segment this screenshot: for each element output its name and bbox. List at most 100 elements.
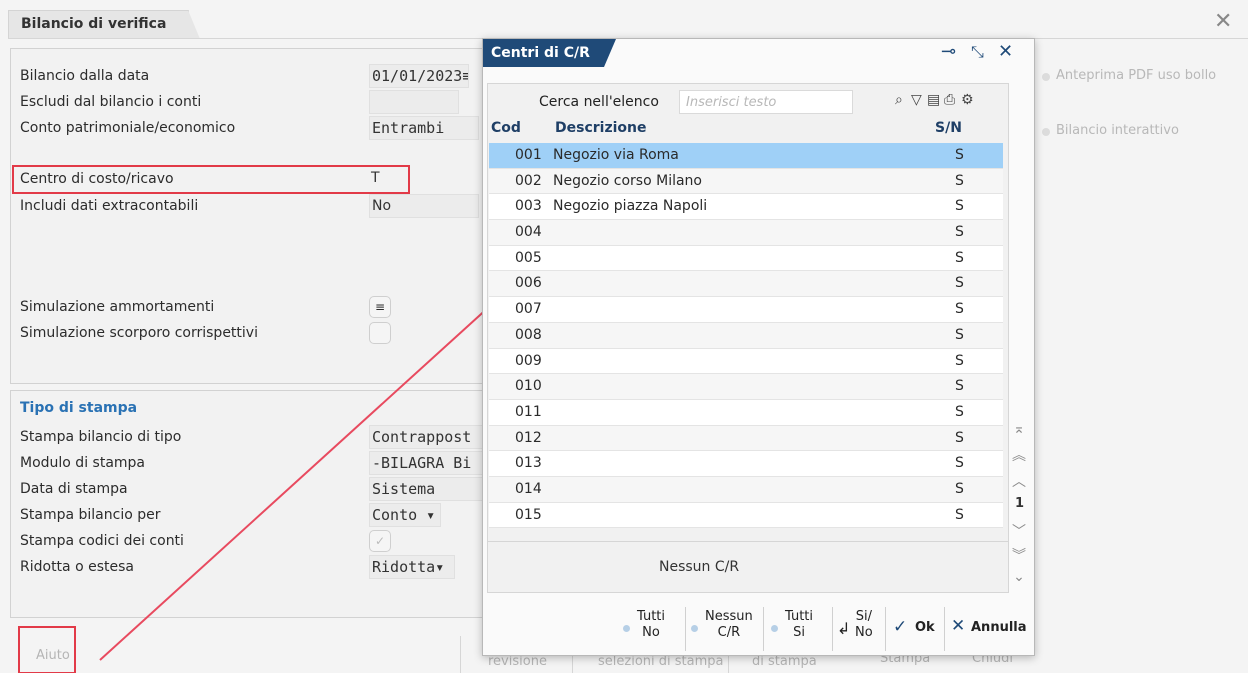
- table-row[interactable]: 012 S: [489, 425, 1003, 452]
- nessun-cr-button[interactable]: Nessun C/R: [691, 607, 761, 651]
- stampa-bilancio-per-select[interactable]: Conto ▾: [369, 503, 441, 527]
- search-input[interactable]: [679, 90, 853, 114]
- stampa-codici-checkbox[interactable]: ✓: [369, 530, 391, 552]
- column-header-descrizione[interactable]: Descrizione: [555, 120, 646, 136]
- tutti-si-button[interactable]: Tutti Si: [771, 607, 829, 651]
- table-row[interactable]: 005 S: [489, 245, 1003, 272]
- table-row[interactable]: 011 S: [489, 399, 1003, 426]
- scroll-down-icon[interactable]: ﹀: [1011, 521, 1027, 541]
- revisione-button[interactable]: revisione: [488, 654, 547, 669]
- search-icon[interactable]: ⌕: [895, 92, 903, 108]
- cell-cod: 003: [515, 198, 542, 215]
- cell-cod: 005: [515, 249, 542, 266]
- close-icon[interactable]: ✕: [1214, 11, 1232, 33]
- divider: [460, 636, 461, 673]
- label-centro-costo: Centro di costo/ricavo: [20, 171, 174, 187]
- collapse-icon[interactable]: ⤡: [971, 42, 984, 62]
- simulazione-ammortamenti-button[interactable]: ≡: [369, 296, 391, 318]
- scorporo-corrispettivi-checkbox[interactable]: [369, 322, 391, 344]
- anteprima-pdf-link[interactable]: Anteprima PDF uso bollo: [1056, 68, 1216, 83]
- cell-sn: S: [955, 326, 964, 343]
- cell-cod: 002: [515, 172, 542, 189]
- cell-sn: S: [955, 506, 964, 523]
- cell-cod: 004: [515, 224, 542, 241]
- column-header-sn[interactable]: S/N: [935, 120, 962, 136]
- cell-cod: 013: [515, 455, 542, 472]
- pin-icon[interactable]: ⊸: [941, 41, 956, 62]
- cell-sn: S: [955, 403, 964, 420]
- gear-icon[interactable]: ⚙: [961, 92, 974, 108]
- ok-button[interactable]: ✓ Ok: [893, 607, 943, 651]
- label-dati-extracontabili: Includi dati extracontabili: [20, 198, 199, 214]
- table-row[interactable]: 001 Negozio via Roma S: [489, 143, 1003, 169]
- dot-icon: [1042, 128, 1050, 136]
- export-icon[interactable]: ▤: [927, 92, 940, 108]
- cell-sn: S: [955, 198, 964, 215]
- dot-icon: [771, 625, 778, 632]
- ridotta-estesa-select[interactable]: Ridotta▾: [369, 555, 455, 579]
- table-row[interactable]: 004 S: [489, 220, 1003, 246]
- di-stampa-button[interactable]: di stampa: [752, 654, 817, 669]
- dati-extracontabili-field[interactable]: No: [369, 194, 479, 218]
- dot-icon: [623, 625, 630, 632]
- modulo-stampa-field[interactable]: -BILAGRA Bi: [369, 451, 483, 475]
- divider: [944, 607, 945, 651]
- table-row[interactable]: 002 Negozio corso Milano S: [489, 168, 1003, 195]
- selezioni-stampa-button[interactable]: selezioni di stampa: [598, 654, 723, 669]
- table-row[interactable]: 010 S: [489, 374, 1003, 400]
- cell-sn: S: [955, 147, 964, 163]
- button-line: C/R: [717, 625, 741, 640]
- page-down-icon[interactable]: ︾: [1011, 545, 1027, 565]
- close-icon[interactable]: ✕: [998, 41, 1013, 62]
- scroll-top-icon[interactable]: ⌅: [1011, 421, 1027, 437]
- cell-desc: Negozio piazza Napoli: [553, 198, 708, 215]
- table-body: 001 Negozio via Roma S 002 Negozio corso Mil…: [489, 143, 1003, 529]
- button-line: Tutti: [785, 609, 814, 624]
- label-stampa-codici: Stampa codici dei conti: [20, 533, 184, 549]
- return-icon: ↲: [837, 619, 851, 638]
- table-row[interactable]: 014 S: [489, 476, 1003, 503]
- scroll-up-icon[interactable]: ︿: [1011, 471, 1027, 491]
- divider: [685, 607, 686, 651]
- table-row[interactable]: 009 S: [489, 348, 1003, 375]
- dialog-title: Centri di C/R: [491, 45, 590, 61]
- dialog-title-tab: Centri di C/R: [483, 39, 616, 67]
- date-field[interactable]: 01/01/2023≡: [369, 64, 469, 88]
- cell-cod: 015: [515, 506, 542, 523]
- si-no-button[interactable]: ↲ Si/No: [837, 607, 883, 651]
- window-title: Bilancio di verifica: [21, 16, 167, 32]
- centro-costo-field[interactable]: T: [369, 167, 479, 191]
- cell-sn: S: [955, 429, 964, 446]
- nessun-cr-row[interactable]: Nessun C/R: [659, 559, 739, 575]
- data-stampa-field[interactable]: Sistema: [369, 477, 483, 501]
- aiuto-button[interactable]: Aiuto: [36, 648, 70, 663]
- page-up-icon[interactable]: ︽: [1011, 445, 1027, 465]
- cell-sn: S: [955, 352, 964, 369]
- annulla-button[interactable]: ✕ Annulla: [951, 607, 1035, 651]
- divider: [885, 607, 886, 651]
- column-header-cod[interactable]: Cod: [491, 120, 521, 136]
- cell-cod: 014: [515, 480, 542, 497]
- scroll-bottom-icon[interactable]: ⌄: [1011, 569, 1027, 585]
- conto-patrimoniale-field[interactable]: Entrambi: [369, 116, 479, 140]
- table-row[interactable]: 003 Negozio piazza Napoli S: [489, 194, 1003, 221]
- bilancio-interattivo-link[interactable]: Bilancio interattivo: [1056, 123, 1179, 138]
- print-icon[interactable]: ⎙: [944, 92, 955, 108]
- label-bilancio-data: Bilancio dalla data: [20, 68, 150, 84]
- filter-icon[interactable]: ▽: [911, 92, 922, 108]
- table-row[interactable]: 007 S: [489, 297, 1003, 323]
- escludi-conti-field[interactable]: [369, 90, 459, 114]
- cell-cod: 008: [515, 326, 542, 343]
- stampa-bilancio-tipo-field[interactable]: Contrappost: [369, 425, 483, 449]
- table-row[interactable]: 013 S: [489, 451, 1003, 477]
- ok-label: Ok: [915, 620, 935, 635]
- cell-cod: 012: [515, 429, 542, 446]
- tutti-no-button[interactable]: Tutti No: [623, 607, 683, 651]
- table-row[interactable]: 015 S: [489, 502, 1003, 529]
- cell-desc: Negozio corso Milano: [553, 172, 702, 189]
- table-row[interactable]: 008 S: [489, 322, 1003, 349]
- label-escludi-conti: Escludi dal bilancio i conti: [20, 94, 202, 110]
- cell-desc: Negozio via Roma: [553, 147, 679, 163]
- table-row[interactable]: 006 S: [489, 271, 1003, 298]
- section-title-tipo-stampa: Tipo di stampa: [20, 400, 138, 416]
